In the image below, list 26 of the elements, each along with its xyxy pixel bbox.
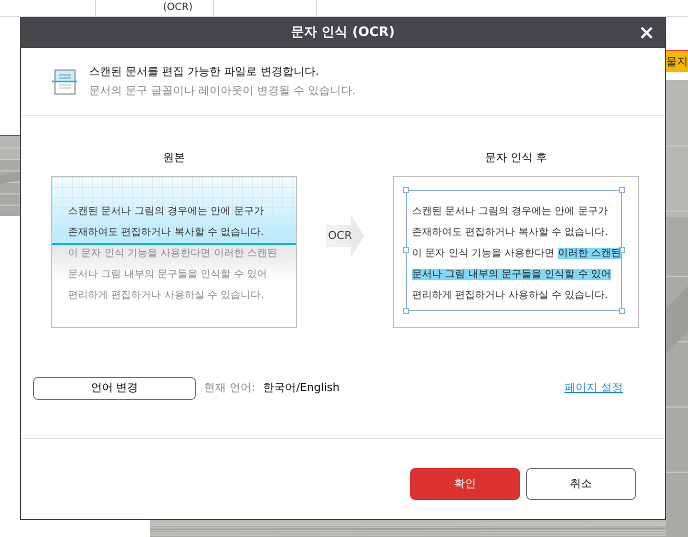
preview-text-line: 존재하여도 편집하거나 복사할 수 없습니다. xyxy=(68,226,265,240)
page-settings-link[interactable]: 페이지 설정 xyxy=(564,380,623,397)
change-language-button[interactable]: 언어 변경 xyxy=(33,377,196,400)
dialog-subheading: 문서의 문구 글꼴이나 레이아웃이 변경될 수 있습니다. xyxy=(89,83,356,99)
preview-text-line: 문서나 그림 내부의 문구들을 인식할 수 있어 xyxy=(68,268,268,282)
toolbar-text: (OCR) xyxy=(163,1,193,14)
preview-text: 편리하게 편집하거나 사용하실 수 있습니다. xyxy=(412,290,608,301)
current-language-label: 현재 언어: xyxy=(204,380,256,396)
highlighted-text: 문서나 그림 내부의 문구들을 인식할 수 있어 xyxy=(412,269,612,280)
preview-text-line: 이 문자 인식 기능을 사용한다면 이러한 스캔된 xyxy=(68,247,278,261)
close-button[interactable]: × xyxy=(636,20,657,44)
current-language-value: 한국어/English xyxy=(263,380,340,396)
side-tab[interactable]: 물지 xyxy=(666,50,688,72)
preview-text-line: 스캔된 문서나 그림의 경우에는 안에 문구가 xyxy=(68,205,265,219)
after-label: 문자 인식 후 xyxy=(485,150,547,166)
preview-text: 존재하여도 편집하거나 복사할 수 없습니다. xyxy=(412,227,608,238)
preview-text: 이 문자 인식 기능을 사용한다면 xyxy=(412,248,556,259)
document-scan-icon xyxy=(51,68,77,94)
dialog-heading: 스캔된 문서를 편집 가능한 파일로 변경합니다. xyxy=(89,64,320,80)
dialog-title: 문자 인식 (OCR) xyxy=(291,24,395,42)
preview-text-line: 편리하게 편집하거나 사용하실 수 있습니다. xyxy=(68,289,265,303)
confirm-button[interactable]: 확인 xyxy=(410,468,520,500)
cancel-button[interactable]: 취소 xyxy=(526,468,636,500)
before-label: 원본 xyxy=(163,150,185,166)
highlighted-text: 이러한 스캔된 xyxy=(558,248,622,259)
preview-text: 스캔된 문서나 그림의 경우에는 안에 문구가 xyxy=(412,206,608,217)
